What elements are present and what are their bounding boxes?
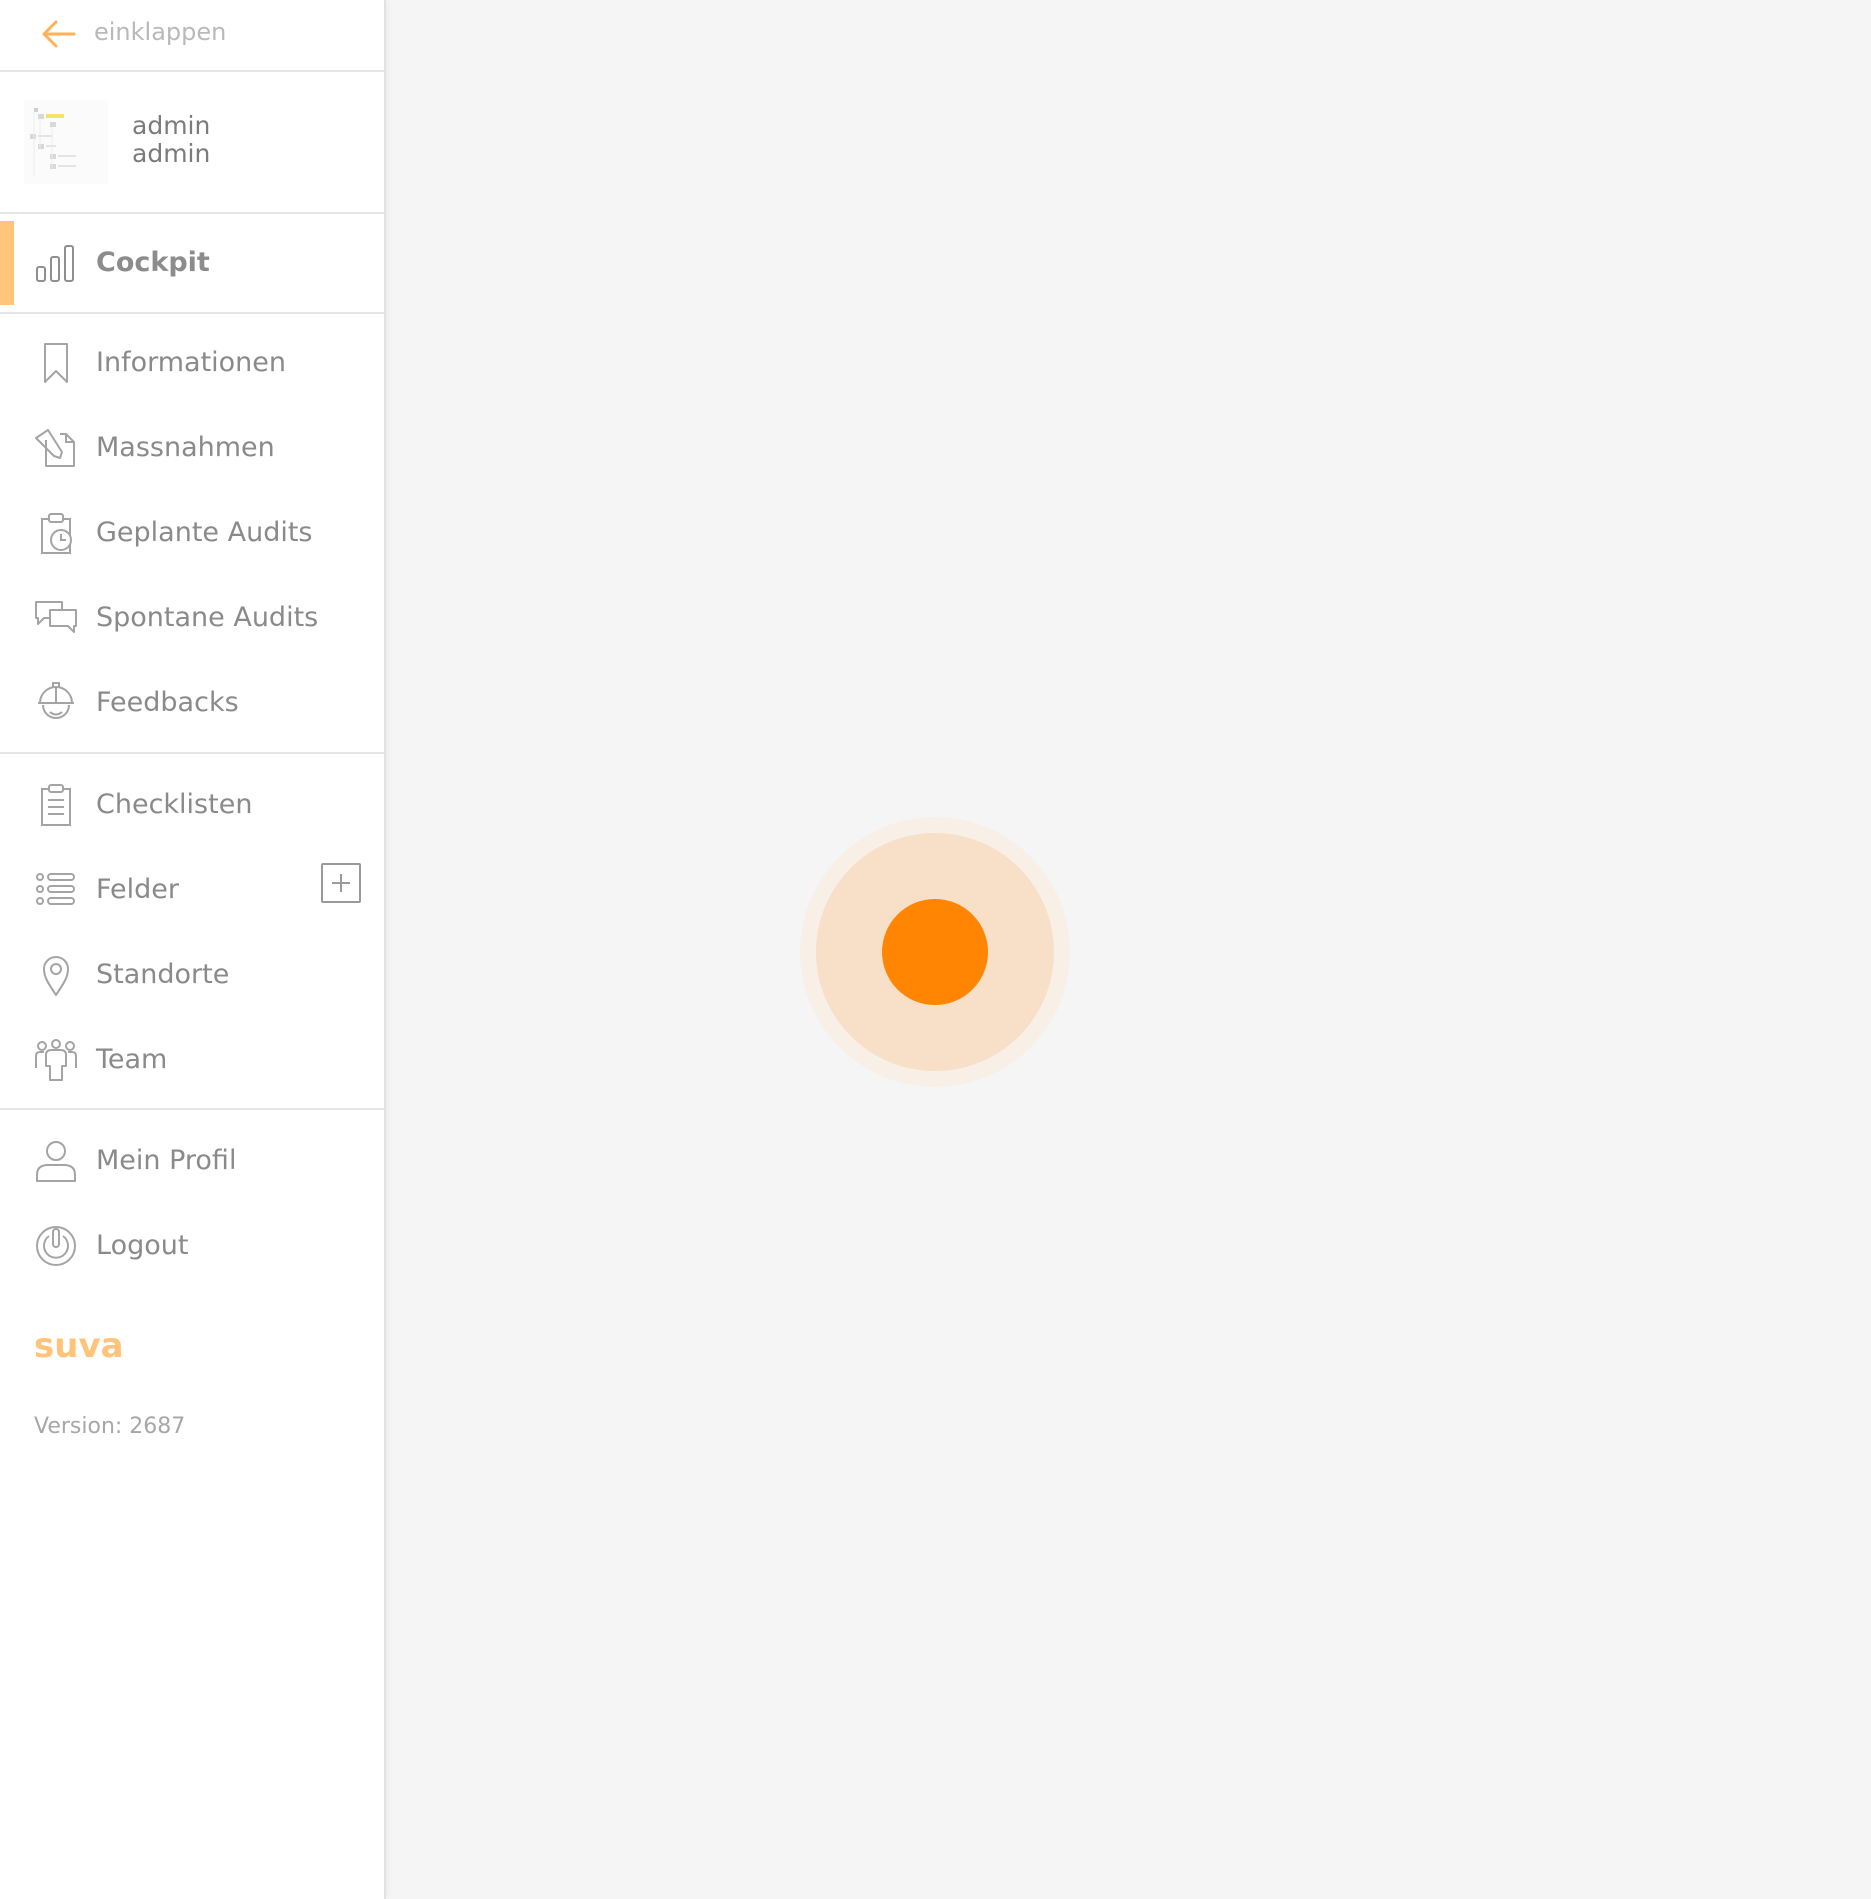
clipboard-clock-icon	[41, 513, 72, 554]
sidebar-item-feedbacks[interactable]: Feedbacks	[0, 661, 384, 745]
divider	[0, 1108, 384, 1110]
sidebar-item-label: Felder	[96, 874, 180, 905]
sidebar-item-label: Standorte	[96, 959, 230, 990]
sidebar-item-spontane-audits[interactable]: Spontane Audits	[0, 576, 384, 660]
sidebar-item-label: Feedbacks	[96, 687, 239, 718]
collapse-label: einklappen	[94, 18, 227, 46]
sidebar-item-cockpit[interactable]: Cockpit	[0, 221, 384, 305]
spinner-dot	[882, 899, 988, 1005]
user-icon	[36, 1141, 76, 1182]
sidebar-item-checklisten[interactable]: Checklisten	[0, 763, 384, 847]
loading-spinner	[800, 817, 1070, 1087]
user-panel: admin admin	[0, 72, 384, 214]
sidebar-item-label: Massnahmen	[96, 432, 275, 463]
sidebar-item-label: Checklisten	[96, 789, 253, 820]
sidebar-item-team[interactable]: Team	[0, 1018, 384, 1102]
sidebar: einklappen admin admin Cockpit Informati…	[0, 0, 386, 1899]
sidebar-item-geplante-audits[interactable]: Geplante Audits	[0, 491, 384, 575]
document-pencil-icon	[35, 429, 75, 467]
power-icon	[36, 1226, 76, 1266]
sidebar-item-massnahmen[interactable]: Massnahmen	[0, 406, 384, 490]
sidebar-item-standorte[interactable]: Standorte	[0, 933, 384, 1017]
sidebar-item-label: Informationen	[96, 347, 287, 378]
sidebar-item-label: Team	[96, 1044, 168, 1075]
sidebar-item-label: Spontane Audits	[96, 602, 319, 633]
sidebar-item-label: Geplante Audits	[96, 517, 313, 548]
sidebar-item-label: Logout	[96, 1230, 189, 1261]
version-label: Version: 2687	[34, 1414, 186, 1439]
map-pin-icon	[43, 956, 69, 996]
checklist-icon	[41, 784, 71, 826]
bookmark-icon	[44, 343, 68, 383]
add-field-button[interactable]	[321, 863, 361, 903]
bar-chart-icon	[36, 245, 74, 282]
arrow-left-icon	[42, 20, 76, 48]
divider	[0, 312, 384, 314]
sidebar-item-felder[interactable]: Felder	[0, 848, 384, 932]
user-name: admin admin	[132, 112, 210, 168]
plus-icon	[332, 874, 350, 892]
sidebar-item-mein-profil[interactable]: Mein Profil	[0, 1119, 384, 1203]
sidebar-item-informationen[interactable]: Informationen	[0, 321, 384, 405]
chat-bubbles-icon	[35, 601, 77, 633]
helmet-face-icon	[38, 682, 74, 719]
avatar	[24, 100, 108, 184]
divider	[0, 752, 384, 754]
active-indicator	[0, 221, 14, 305]
user-first-name: admin	[132, 111, 211, 140]
list-icon	[36, 873, 75, 905]
suva-logo: suva	[34, 1326, 124, 1366]
sidebar-item-logout[interactable]: Logout	[0, 1204, 384, 1288]
user-last-name: admin	[132, 139, 211, 168]
sidebar-item-label: Cockpit	[96, 247, 210, 278]
team-icon	[35, 1039, 77, 1081]
sidebar-item-label: Mein Profil	[96, 1145, 237, 1176]
collapse-button[interactable]: einklappen	[0, 0, 384, 72]
